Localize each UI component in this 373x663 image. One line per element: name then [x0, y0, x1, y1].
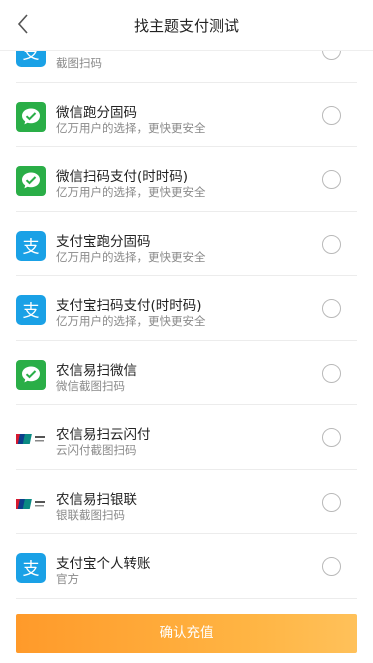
payment-option[interactable]: 微信跑分固码 亿万用户的选择，更快更安全 — [0, 83, 373, 147]
alipay-icon: 支 — [16, 553, 46, 583]
select-radio[interactable] — [322, 492, 341, 512]
option-name: 农信易扫微信 — [56, 362, 137, 379]
option-description: 微信截图扫码 — [56, 378, 125, 393]
select-radio[interactable] — [322, 557, 341, 576]
option-name: 微信跑分固码 — [56, 104, 137, 121]
option-description: 亿万用户的选择，更快更安全 — [56, 120, 206, 135]
alipay-icon: 支 — [16, 295, 46, 325]
select-radio[interactable] — [322, 299, 341, 318]
top-bar: 找主题支付测试 — [0, 0, 373, 51]
wechat-icon — [16, 166, 46, 196]
payment-option[interactable]: 微信扫码支付(时时码) 亿万用户的选择，更快更安全 — [0, 147, 373, 212]
option-description: 亿万用户的选择，更快更安全 — [56, 249, 206, 264]
select-radio[interactable] — [322, 363, 341, 383]
divider — [16, 597, 357, 599]
option-name: 支付宝个人转账 — [56, 556, 151, 572]
confirm-recharge-button[interactable]: 确认充值 — [16, 614, 357, 653]
select-radio[interactable] — [322, 105, 341, 125]
payment-option[interactable]: 支支付宝跑分固码 亿万用户的选择，更快更安全 — [0, 212, 373, 276]
wechat-icon — [16, 101, 46, 132]
option-description: 截图扫码 — [56, 56, 102, 70]
option-name: 农信易扫银联 — [56, 491, 137, 508]
select-radio[interactable] — [322, 234, 341, 254]
option-name: 农信易扫云闪付 — [56, 427, 151, 443]
payment-option[interactable]: 农信易扫微信 微信截图扫码 — [0, 341, 373, 405]
payment-method-list: 支截图扫码 微信跑分固码 亿万用户的选择，更快更安全 微信扫码支付(时时码) 亿万用户的… — [0, 18, 373, 599]
wechat-icon — [16, 359, 46, 390]
payment-option[interactable]: 支支付宝扫码支付(时时码) 亿万用户的选择，更快更安全 — [0, 276, 373, 341]
option-name: 支付宝跑分固码 — [56, 233, 151, 250]
svg-text:支: 支 — [23, 302, 40, 322]
svg-text:支: 支 — [23, 560, 40, 580]
option-description: 银联截图扫码 — [56, 507, 125, 522]
unionpay-icon — [16, 489, 46, 519]
payment-option[interactable]: 农信易扫银联 银联截图扫码 — [0, 470, 373, 534]
option-description: 云闪付截图扫码 — [56, 443, 137, 457]
payment-option[interactable]: 支支付宝个人转账 官方 — [0, 534, 373, 599]
option-description: 亿万用户的选择，更快更安全 — [56, 314, 206, 328]
payment-option[interactable]: 农信易扫云闪付 云闪付截图扫码 — [0, 405, 373, 470]
option-name: 微信扫码支付(时时码) — [56, 169, 189, 185]
alipay-icon: 支 — [16, 230, 46, 261]
select-radio[interactable] — [322, 428, 341, 447]
option-name: 支付宝扫码支付(时时码) — [56, 298, 202, 314]
unionpay-icon — [16, 424, 46, 454]
svg-text:支: 支 — [23, 237, 40, 257]
bottom-bar: 确认充值 — [0, 605, 373, 663]
option-description: 亿万用户的选择，更快更安全 — [56, 185, 206, 199]
page-title: 找主题支付测试 — [133, 17, 239, 35]
select-radio[interactable] — [322, 170, 341, 189]
option-description: 官方 — [56, 572, 79, 586]
